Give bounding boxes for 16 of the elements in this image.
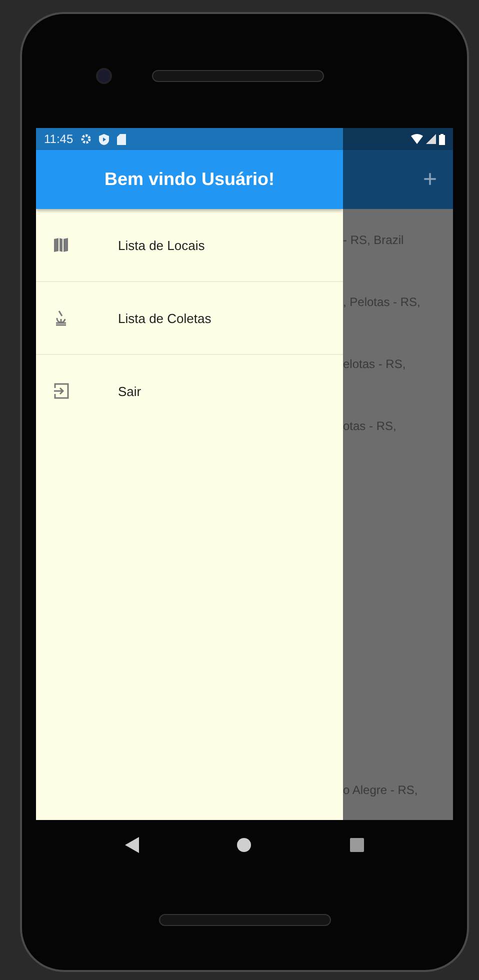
shield-icon [99,134,110,144]
status-time: 11:45 [44,132,74,146]
map-icon [52,236,70,254]
battery-icon [439,134,445,144]
exit-icon [52,382,70,400]
recents-icon[interactable] [350,838,364,852]
wifi-icon [411,134,423,144]
back-icon[interactable] [125,837,140,853]
signal-icon [426,134,436,144]
gear-icon [81,134,92,144]
welcome-title: Bem vindo Usuário! [104,169,275,190]
home-icon[interactable] [237,838,252,852]
add-button[interactable]: + [422,166,437,194]
sd-card-icon [117,134,126,144]
camera-lens [96,68,112,84]
drawer-menu-item[interactable]: Sair [36,355,343,427]
